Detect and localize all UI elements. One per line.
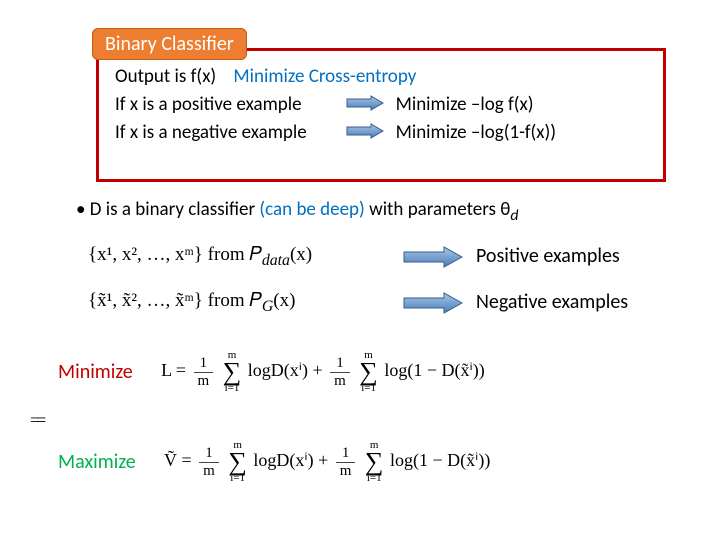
d-text-deep: (can be deep) [259,198,364,221]
term1: logD(xⁱ) + [248,360,327,380]
frac-d3: m [199,463,219,480]
sum-bot2: i=1 [359,383,378,394]
neg-sub: G [262,298,273,315]
arrow-right-icon [402,246,464,274]
d-text-c: with parameters θ [365,198,511,221]
output-text: Output is f(x) [115,65,216,88]
frac-n4: 1 [336,445,356,463]
maximize-word: Maximize [58,450,136,474]
d-description: • D is a binary classifier (can be deep)… [76,198,676,225]
badge-binary-classifier: Binary Classifier [92,28,247,60]
negative-loss: Minimize –log(1-f(x)) [396,121,556,144]
negative-label: Negative examples [476,290,628,314]
pos-sub: data [262,252,290,269]
positive-loss: Minimize –log f(x) [396,93,534,116]
L-lhs: L = [161,360,186,380]
frac-d4: m [336,463,356,480]
sum-sym2: ∑ [359,361,378,383]
sum-sym3: ∑ [228,451,247,473]
positive-cond: If x is a positive example [115,93,335,116]
minimize-word: Minimize [58,360,133,384]
neg-set: {x̃¹, x̃², …, x̃ᵐ} from 𝑃 [88,290,262,311]
d-text-sub: d [510,206,518,225]
term2: log(1 − D(x̃ⁱ)) [384,360,484,380]
frac-d: m [194,373,214,390]
equiv-icon: == [30,410,42,431]
loss-equation: Minimize L = 1m m∑i=1 logD(xⁱ) + 1m m∑i=… [58,350,698,394]
sum-bot4: i=1 [365,473,384,484]
pos-arg: (x) [290,244,312,265]
cross-entropy-text: Minimize Cross-entropy [233,65,416,88]
frac-n2: 1 [330,355,350,373]
arrow-right-icon [345,122,385,145]
d-text-a: D is a binary classifier [90,198,260,221]
sum-sym: ∑ [223,361,242,383]
definition-box: Output is f(x) Minimize Cross-entropy If… [96,48,666,182]
frac-n3: 1 [199,445,219,463]
pos-set: {x¹, x², …, xᵐ} from 𝑃 [88,244,262,265]
sum-sym4: ∑ [365,451,384,473]
sum-bot: i=1 [223,383,242,394]
V-lhs: Ṽ = [164,450,192,470]
value-equation: Maximize Ṽ = 1m m∑i=1 logD(xⁱ) + 1m m∑i=… [58,440,698,484]
arrow-right-icon [345,94,385,117]
sum-bot3: i=1 [228,473,247,484]
arrow-right-icon [402,292,464,320]
term2b: log(1 − D(x̃ⁱ)) [390,450,490,470]
frac-d2: m [330,373,350,390]
negative-cond: If x is a negative example [115,121,335,144]
frac-n: 1 [194,355,214,373]
neg-arg: (x) [273,290,295,311]
term1b: logD(xⁱ) + [253,450,332,470]
positive-label: Positive examples [476,244,620,268]
